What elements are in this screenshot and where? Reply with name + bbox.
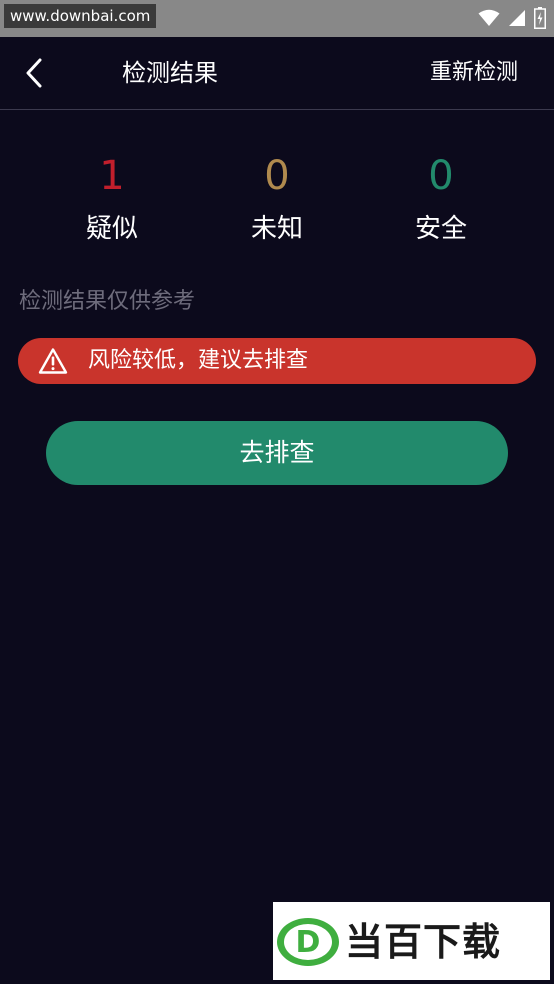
stat-suspicious-value: 1 xyxy=(99,153,125,199)
status-icons xyxy=(478,6,546,30)
brand-logo-icon: D xyxy=(277,918,339,966)
warning-triangle-icon xyxy=(38,348,68,374)
wifi-icon xyxy=(478,9,500,26)
status-bar: www.downbai.com xyxy=(0,0,554,37)
risk-banner: 风险较低，建议去排查 xyxy=(18,338,536,384)
stat-safe-label: 安全 xyxy=(414,214,467,244)
battery-icon xyxy=(534,7,546,29)
recheck-button[interactable]: 重新检测 xyxy=(430,57,518,89)
stat-safe: 0 安全 xyxy=(381,150,501,246)
brand-logo-letter: D xyxy=(296,925,321,960)
stat-unknown-value: 0 xyxy=(264,153,290,199)
brand-watermark: D 当百下载 xyxy=(273,902,550,980)
watermark-url: www.downbai.com xyxy=(4,4,157,28)
stat-suspicious: 1 疑似 xyxy=(52,150,172,246)
stat-suspicious-label: 疑似 xyxy=(85,214,138,244)
brand-text: 当百下载 xyxy=(345,920,502,964)
disclaimer-text: 检测结果仅供参考 xyxy=(19,289,196,314)
stat-unknown: 0 未知 xyxy=(217,150,337,246)
app-bar: 检测结果 重新检测 xyxy=(0,37,554,110)
back-button[interactable] xyxy=(20,55,52,91)
stat-safe-value: 0 xyxy=(428,153,454,199)
signal-icon xyxy=(509,10,525,26)
investigate-button[interactable]: 去排查 xyxy=(46,421,508,485)
page-title: 检测结果 xyxy=(122,59,218,87)
chevron-left-icon xyxy=(26,58,42,88)
risk-banner-text: 风险较低，建议去排查 xyxy=(88,348,309,373)
stat-unknown-label: 未知 xyxy=(250,214,303,244)
